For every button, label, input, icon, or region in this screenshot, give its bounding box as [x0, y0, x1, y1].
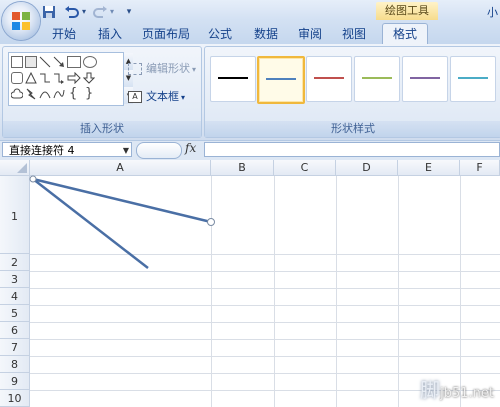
style-line-purple: [410, 77, 440, 79]
vertical-textbox-shape-icon[interactable]: [25, 56, 37, 68]
redo-dropdown-icon[interactable]: ▾: [108, 3, 116, 21]
name-box-dropdown-icon[interactable]: ▼: [123, 143, 129, 158]
insert-function-icon[interactable]: fx: [185, 141, 199, 157]
style-line-black: [218, 77, 248, 79]
right-brace-shape-icon[interactable]: }: [85, 86, 93, 101]
tab-home[interactable]: 开始: [46, 24, 82, 44]
edit-shape-dropdown-icon: ▾: [192, 65, 197, 74]
edit-shape-label: 编辑形状: [146, 62, 190, 75]
shape-style-blue-selected[interactable]: [257, 56, 305, 104]
curve-shape-icon[interactable]: [53, 88, 65, 100]
name-box[interactable]: 直接连接符 4 ▼: [2, 142, 132, 157]
text-box-label: 文本框: [146, 90, 179, 103]
style-line-red: [314, 77, 344, 79]
window-title-fragment: 小: [487, 6, 498, 19]
drawing-layer: [29, 175, 215, 269]
undo-icon[interactable]: [64, 3, 80, 21]
formula-bar-splitter[interactable]: [136, 142, 182, 159]
tab-page-layout[interactable]: 页面布局: [138, 24, 194, 44]
shape-styles-group-label: 形状样式: [205, 121, 500, 137]
office-logo-icon: [12, 12, 30, 30]
right-arrow-shape-icon[interactable]: [67, 72, 81, 84]
style-line-aqua: [458, 77, 488, 79]
arrow-line-shape-icon[interactable]: [53, 56, 65, 68]
style-line-green: [362, 77, 392, 79]
undo-dropdown-icon[interactable]: ▾: [80, 3, 88, 21]
tab-view[interactable]: 视图: [336, 24, 372, 44]
arc-shape-icon[interactable]: [39, 88, 51, 100]
edit-shape-icon: [128, 63, 142, 75]
elbow-arrow-shape-icon[interactable]: [53, 72, 65, 84]
tab-formulas[interactable]: 公式: [202, 24, 238, 44]
watermark-text: jb51.net: [440, 386, 494, 401]
context-tab-group: 绘图工具: [376, 2, 438, 20]
insert-shapes-group-label: 插入形状: [3, 121, 201, 137]
tab-format[interactable]: 格式: [382, 23, 428, 44]
cloud-shape-icon[interactable]: [11, 88, 23, 100]
rectangle-shape-icon[interactable]: [67, 56, 81, 68]
shape-style-purple[interactable]: [402, 56, 448, 102]
name-box-value: 直接连接符 4: [9, 144, 75, 157]
shape-gallery[interactable]: { } ▲ ▼ ▾: [8, 52, 133, 106]
save-icon[interactable]: [42, 3, 56, 21]
lightning-shape-icon[interactable]: [25, 88, 37, 100]
tab-insert[interactable]: 插入: [92, 24, 128, 44]
formula-input[interactable]: [204, 142, 500, 157]
textbox-shape-icon[interactable]: [11, 56, 23, 68]
text-box-dropdown-icon: ▾: [181, 93, 186, 102]
triangle-shape-icon[interactable]: [25, 72, 37, 84]
left-brace-shape-icon[interactable]: {: [69, 86, 77, 101]
connector-end-handle[interactable]: [207, 218, 215, 226]
shape-style-red[interactable]: [306, 56, 352, 102]
text-box-button[interactable]: A 文本框 ▾: [128, 88, 185, 106]
connector-start-handle[interactable]: [29, 175, 37, 183]
rounded-rectangle-shape-icon[interactable]: [11, 72, 23, 84]
redo-icon[interactable]: [92, 3, 108, 21]
office-button[interactable]: [2, 2, 40, 40]
style-line-blue: [266, 78, 296, 80]
shape-style-green[interactable]: [354, 56, 400, 102]
tab-review[interactable]: 审阅: [292, 24, 328, 44]
elbow-connector-shape-icon[interactable]: [39, 72, 51, 84]
shape-style-aqua[interactable]: [450, 56, 496, 102]
edit-shape-button[interactable]: 编辑形状 ▾: [128, 60, 196, 78]
down-arrow-shape-icon[interactable]: [83, 72, 95, 84]
tab-data[interactable]: 数据: [248, 24, 284, 44]
line-shape-icon[interactable]: [39, 56, 51, 68]
shape-style-black[interactable]: [210, 56, 256, 102]
customize-qat-icon[interactable]: ▾: [124, 3, 134, 21]
text-box-icon: A: [128, 91, 142, 103]
watermark-glyph: 脚: [420, 378, 440, 402]
oval-shape-icon[interactable]: [83, 56, 97, 68]
